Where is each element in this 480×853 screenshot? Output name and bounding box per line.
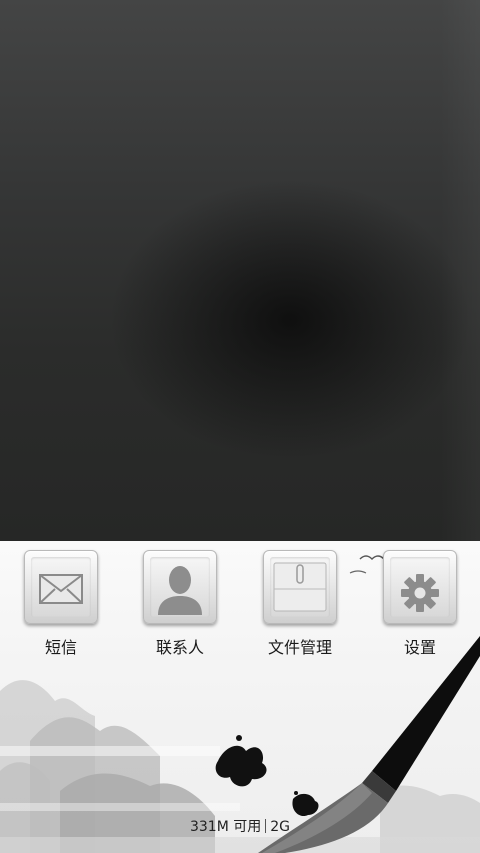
app-files[interactable]: 文件管理	[263, 550, 337, 658]
app-settings-tile[interactable]	[383, 550, 457, 624]
folder-clip-icon	[273, 562, 327, 612]
envelope-icon	[39, 574, 83, 604]
app-sms[interactable]: 短信	[24, 550, 98, 658]
app-files-tile[interactable]	[263, 550, 337, 624]
gear-icon	[401, 574, 439, 612]
app-settings-label: 设置	[403, 638, 436, 657]
app-contacts-tile[interactable]	[143, 550, 217, 624]
app-contacts[interactable]: 联系人	[143, 550, 217, 658]
app-files-label: 文件管理	[267, 638, 332, 657]
app-settings[interactable]: 设置	[383, 550, 457, 658]
app-contacts-label: 联系人	[155, 638, 204, 657]
wallpaper-dark-area	[0, 0, 480, 541]
app-sms-tile[interactable]	[24, 550, 98, 624]
network-type: 2G	[270, 819, 291, 835]
launcher-panel: 短信 联系人 文件管理 设置 331M 可用 2G	[0, 541, 480, 853]
status-line: 331M 可用 2G	[0, 816, 480, 836]
status-divider	[265, 819, 267, 833]
person-silhouette-icon	[158, 566, 202, 615]
memory-available: 331M 可用	[189, 819, 262, 835]
app-sms-label: 短信	[44, 638, 77, 657]
